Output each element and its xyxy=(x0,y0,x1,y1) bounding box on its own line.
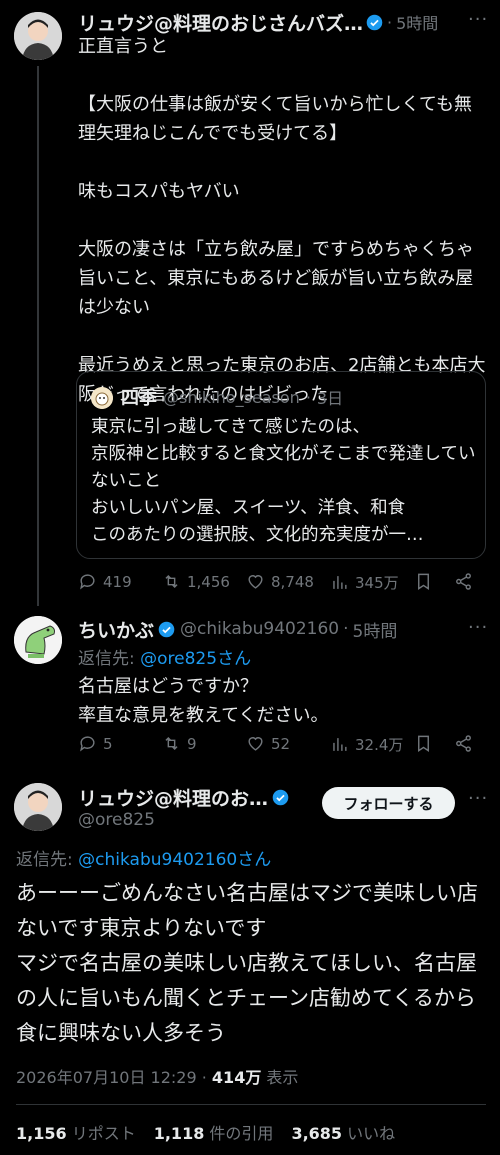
quote-display-name: 四季 xyxy=(121,388,157,409)
main-tweet-text: あーーーごめんなさい名古屋はマジで美味しい店ないです東京よりないです マジで名古… xyxy=(16,881,478,1045)
reply-count: 5 xyxy=(103,734,113,753)
share-icon xyxy=(456,735,471,752)
likes-label: いいね xyxy=(347,1124,396,1143)
quote-header: 四季 @shikiho_season · 3日 xyxy=(121,384,343,410)
views-label: 表示 xyxy=(266,1068,299,1087)
reposts-count: 1,156 xyxy=(16,1124,67,1143)
reply-to-link[interactable]: @chikabu9402160さん xyxy=(78,850,271,870)
reply-button[interactable]: 5 xyxy=(78,734,113,753)
quote-handle: @shikiho_season xyxy=(163,387,300,407)
follow-button[interactable]: フォローする xyxy=(322,787,455,819)
reply-label: 返信先: xyxy=(78,649,135,669)
repost-button[interactable]: 9 xyxy=(162,734,197,753)
reply-context: 返信先: @chikabu9402160さん xyxy=(16,845,271,870)
views-button[interactable]: 345万 xyxy=(330,572,399,593)
avatar-person-icon xyxy=(14,12,62,60)
handle[interactable]: @chikabu9402160 xyxy=(180,619,339,639)
tweet-header: ちいかぶ @chikabu9402160 · 5時間 xyxy=(78,616,478,643)
reply-label: 返信先: xyxy=(16,850,73,870)
reposts-stat[interactable]: 1,156 リポスト xyxy=(16,1120,136,1144)
verified-badge-icon xyxy=(366,14,383,30)
separator-dot: · xyxy=(305,387,311,407)
views-count: 414万 xyxy=(211,1068,262,1087)
bookmark-button[interactable] xyxy=(414,734,433,753)
likes-stat[interactable]: 3,685 いいね xyxy=(291,1120,395,1144)
verified-badge-icon xyxy=(158,621,175,637)
like-count: 8,748 xyxy=(271,572,314,591)
share-button[interactable] xyxy=(454,734,473,753)
more-options-icon[interactable]: ··· xyxy=(468,617,488,638)
reply-button[interactable]: 419 xyxy=(78,572,132,591)
quotes-label: 件の引用 xyxy=(209,1124,274,1143)
repost-icon xyxy=(165,736,178,751)
separator-dot: · xyxy=(387,12,393,32)
heart-icon xyxy=(248,737,263,751)
view-count: 32.4万 xyxy=(355,736,404,754)
quote-avatar xyxy=(91,387,113,409)
views-button[interactable]: 32.4万 xyxy=(330,734,403,755)
quoted-tweet[interactable]: 四季 @shikiho_season · 3日 東京に引っ越してきて感じたのは、… xyxy=(76,371,486,559)
repost-icon xyxy=(165,574,178,589)
bookmark-icon xyxy=(418,573,429,590)
reply-to-link[interactable]: @ore825さん xyxy=(140,649,251,669)
avatar[interactable] xyxy=(14,616,62,664)
tweet-time[interactable]: 5時間 xyxy=(353,617,398,642)
view-count: 345万 xyxy=(355,574,399,592)
quote-avatar-icon xyxy=(91,387,113,409)
quote-time: 3日 xyxy=(316,389,344,408)
display-name[interactable]: リュウジ@料理のお… xyxy=(78,784,268,811)
timestamp[interactable]: 2026年07月10日 12:29 xyxy=(16,1068,197,1087)
reply-count: 419 xyxy=(103,572,132,591)
more-options-icon[interactable]: ··· xyxy=(468,788,488,809)
share-icon xyxy=(456,573,471,590)
tweet-text: 名古屋はどうですか？ 率直な意見を教えてください。 xyxy=(78,676,329,726)
quotes-count: 1,118 xyxy=(153,1124,205,1143)
likes-count: 3,685 xyxy=(291,1124,343,1143)
handle[interactable]: @ore825 xyxy=(78,810,155,830)
reposts-label: リポスト xyxy=(71,1124,136,1143)
tweet-actions: 5 9 52 32.4万 xyxy=(78,734,488,756)
like-button[interactable]: 52 xyxy=(246,734,290,753)
bookmark-button[interactable] xyxy=(414,572,433,591)
repost-count: 9 xyxy=(187,734,197,753)
avatar[interactable] xyxy=(14,783,62,831)
like-count: 52 xyxy=(271,734,291,753)
bookmark-icon xyxy=(418,735,429,752)
share-button[interactable] xyxy=(454,572,473,591)
tweet-meta: 2026年07月10日 12:29 · 414万 表示 xyxy=(16,1064,298,1088)
separator-dot: · xyxy=(201,1068,207,1087)
reply-icon xyxy=(80,736,95,752)
views-chart-icon xyxy=(333,576,347,589)
repost-count: 1,456 xyxy=(187,572,230,591)
main-tweet-header: リュウジ@料理のお… xyxy=(78,784,289,810)
tweet-time[interactable]: 5時間 xyxy=(396,10,438,34)
reply-icon xyxy=(80,574,95,590)
avatar-person-icon xyxy=(14,783,62,831)
quotes-stat[interactable]: 1,118 件の引用 xyxy=(154,1120,274,1144)
verified-badge-icon xyxy=(272,789,289,805)
quote-text: 東京に引っ越してきて感じたのは、 京阪神と比較すると食文化がそこまで発達していな… xyxy=(91,417,476,545)
engagement-stats: 1,156 リポスト 1,118 件の引用 3,685 いいね xyxy=(16,1120,395,1144)
display-name[interactable]: ちいかぶ xyxy=(78,616,154,643)
avatar-character-icon xyxy=(14,616,62,664)
repost-button[interactable]: 1,456 xyxy=(162,572,230,591)
avatar[interactable] xyxy=(14,12,62,60)
more-options-icon[interactable]: ··· xyxy=(468,9,488,30)
divider xyxy=(16,1104,486,1105)
reply-context: 返信先: @ore825さん xyxy=(78,644,251,669)
views-chart-icon xyxy=(333,738,347,751)
tweet-actions: 419 1,456 8,748 345万 xyxy=(78,572,488,594)
heart-icon xyxy=(248,575,263,589)
like-button[interactable]: 8,748 xyxy=(246,572,314,591)
separator-dot: · xyxy=(343,619,349,639)
tweet-text: 正直言うと 【大阪の仕事は飯が安くて旨いから忙しくても無理矢理ねじこんででも受け… xyxy=(78,36,486,405)
thread-line xyxy=(37,66,39,606)
